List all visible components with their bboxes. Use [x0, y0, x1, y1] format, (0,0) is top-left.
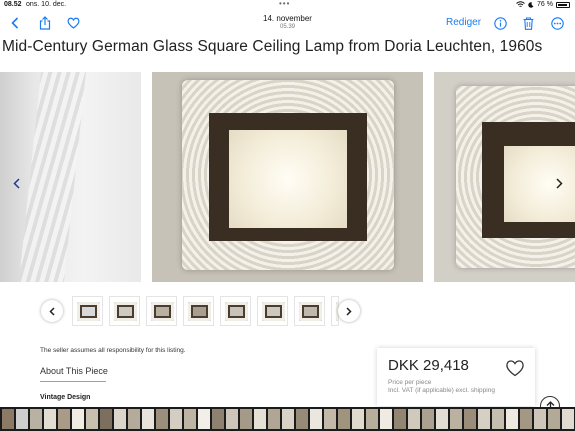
filmstrip-photo[interactable] — [422, 409, 434, 429]
carousel-next-button[interactable] — [553, 175, 565, 191]
status-time: 08.52 — [4, 1, 22, 8]
filmstrip-photo[interactable] — [114, 409, 126, 429]
info-icon — [493, 16, 507, 30]
filmstrip-photo[interactable] — [450, 409, 462, 429]
filmstrip-photo[interactable] — [380, 409, 392, 429]
info-button[interactable] — [491, 14, 509, 32]
thumbnail-image — [262, 302, 285, 321]
thumbnail-image — [114, 302, 137, 321]
filmstrip-photo[interactable] — [548, 409, 560, 429]
lamp-glow-panel — [229, 130, 347, 228]
filmstrip-photo[interactable] — [240, 409, 252, 429]
product-title: Mid-Century German Glass Square Ceiling … — [2, 38, 543, 55]
trash-icon — [523, 16, 533, 30]
glass-shade-graphic — [17, 72, 88, 282]
filmstrip-photo[interactable] — [184, 409, 196, 429]
filmstrip-photo[interactable] — [198, 409, 210, 429]
filmstrip-photo[interactable] — [492, 409, 504, 429]
thumbnail-image — [299, 302, 322, 321]
price-value: DKK 29,418 — [388, 357, 469, 374]
status-date: ons. 10. dec. — [26, 1, 67, 8]
edit-button[interactable]: Rediger — [446, 17, 481, 28]
nav-subtitle: 05.39 — [279, 24, 295, 30]
filmstrip-photo[interactable] — [156, 409, 168, 429]
thumbnail-prev-button[interactable] — [41, 300, 63, 322]
delete-button[interactable] — [519, 14, 537, 32]
vat-note: Incl. VAT (if applicable) excl. shipping — [388, 387, 495, 394]
filmstrip-photo[interactable] — [436, 409, 448, 429]
filmstrip-photo[interactable] — [2, 409, 14, 429]
carousel-prev-button[interactable] — [10, 175, 22, 191]
filmstrip-photo[interactable] — [128, 409, 140, 429]
thumbnail-image — [77, 302, 100, 321]
filmstrip-photo[interactable] — [562, 409, 574, 429]
thumbnail-item[interactable] — [183, 296, 214, 326]
nav-title: 14. november — [263, 14, 312, 23]
filmstrip-photo[interactable] — [394, 409, 406, 429]
thumbnail-strip — [40, 296, 370, 326]
status-bar: 08.52 ons. 10. dec. ••• 76 % — [0, 0, 575, 10]
thumbnail-item[interactable] — [220, 296, 251, 326]
filmstrip-photo[interactable] — [86, 409, 98, 429]
heart-icon — [506, 360, 524, 377]
chevron-left-icon — [12, 177, 20, 189]
filmstrip-photo[interactable] — [366, 409, 378, 429]
thumbnail-item[interactable] — [257, 296, 288, 326]
filmstrip-photo[interactable] — [506, 409, 518, 429]
filmstrip-photo[interactable] — [170, 409, 182, 429]
about-this-piece-tab[interactable]: About This Piece — [40, 366, 108, 376]
filmstrip-photo[interactable] — [58, 409, 70, 429]
filmstrip-photo[interactable] — [212, 409, 224, 429]
thumbnail-next-button[interactable] — [338, 300, 360, 322]
tab-underline — [40, 381, 106, 382]
filmstrip-photo[interactable] — [478, 409, 490, 429]
nav-bar: 14. november 05.39 Rediger — [0, 10, 575, 38]
filmstrip-photo[interactable] — [268, 409, 280, 429]
battery-percent: 76 % — [537, 1, 553, 8]
multitasking-dots[interactable]: ••• — [279, 0, 290, 8]
filmstrip-photo[interactable] — [520, 409, 532, 429]
filmstrip-photo[interactable] — [338, 409, 350, 429]
photo-filmstrip[interactable] — [0, 407, 575, 431]
filmstrip-photo[interactable] — [142, 409, 154, 429]
filmstrip-photo[interactable] — [44, 409, 56, 429]
filmstrip-photo[interactable] — [324, 409, 336, 429]
seller-disclaimer: The seller assumes all responsibility fo… — [40, 347, 186, 354]
filmstrip-photo[interactable] — [408, 409, 420, 429]
thumbnail-image — [151, 302, 174, 321]
filmstrip-photo[interactable] — [310, 409, 322, 429]
filmstrip-photo[interactable] — [296, 409, 308, 429]
price-label: Price per piece — [388, 379, 432, 386]
filmstrip-photo[interactable] — [282, 409, 294, 429]
thumbnail-item[interactable] — [109, 296, 140, 326]
status-right: 76 % — [516, 1, 570, 8]
filmstrip-photo[interactable] — [100, 409, 112, 429]
filmstrip-photo[interactable] — [72, 409, 84, 429]
carousel-photo-current[interactable] — [152, 72, 423, 282]
filmstrip-photo[interactable] — [534, 409, 546, 429]
thumbnail-image — [225, 302, 248, 321]
image-carousel[interactable] — [0, 72, 575, 282]
price-card: DKK 29,418 Price per piece Incl. VAT (if… — [377, 348, 535, 406]
wifi-icon — [516, 1, 525, 7]
moon-icon — [528, 1, 534, 8]
section-heading: Vintage Design — [40, 394, 91, 401]
battery-icon — [556, 1, 570, 8]
filmstrip-photo[interactable] — [464, 409, 476, 429]
save-favorite-button[interactable] — [505, 359, 525, 377]
thumbnail-item[interactable] — [146, 296, 177, 326]
thumbnail-item[interactable] — [72, 296, 103, 326]
filmstrip-photo[interactable] — [30, 409, 42, 429]
chevron-left-icon — [49, 306, 55, 316]
chevron-right-icon — [555, 177, 563, 189]
filmstrip-photo[interactable] — [16, 409, 28, 429]
filmstrip-photo[interactable] — [226, 409, 238, 429]
chevron-right-icon — [346, 306, 352, 316]
thumbnail-image — [188, 302, 211, 321]
thumbnail-item[interactable] — [294, 296, 325, 326]
filmstrip-photo[interactable] — [254, 409, 266, 429]
more-icon — [550, 16, 564, 30]
filmstrip-photo[interactable] — [352, 409, 364, 429]
more-button[interactable] — [548, 14, 566, 32]
